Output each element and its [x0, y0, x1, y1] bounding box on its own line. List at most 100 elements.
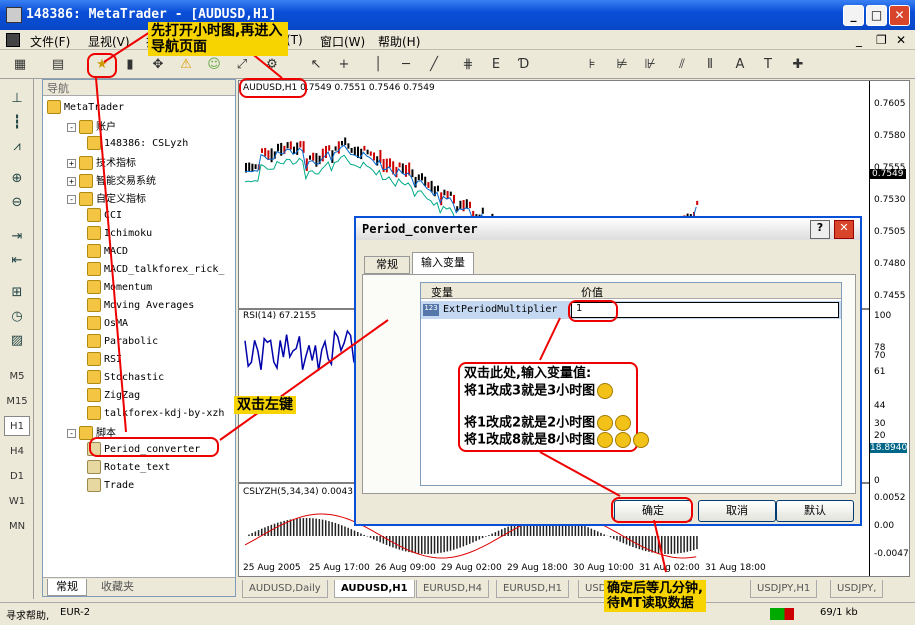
tree-item[interactable]: Moving Averages	[87, 298, 194, 312]
reset-button[interactable]: 默认	[776, 500, 854, 522]
chart-tab[interactable]: AUDUSD,H1	[334, 580, 415, 598]
timeframe-mn[interactable]: MN	[4, 516, 30, 536]
tree-item[interactable]: CCI	[87, 208, 122, 222]
chart-shift-icon[interactable]: ⇤	[6, 251, 28, 271]
gann-icon[interactable]: Ɗ	[514, 55, 534, 75]
zoom-in-icon[interactable]: ⊕	[6, 169, 28, 189]
vertical-line-icon[interactable]: │	[368, 55, 388, 75]
expander-icon[interactable]: -	[67, 428, 76, 438]
title-bar[interactable]: 148386: MetaTrader - [AUDUSD,H1] _ □ ✕	[0, 0, 915, 30]
expander-icon[interactable]: -	[67, 194, 76, 204]
arrows-icon[interactable]: ✚	[788, 55, 808, 75]
templates-icon[interactable]: ▨	[6, 331, 28, 351]
expander-icon[interactable]: -	[67, 122, 76, 132]
tree-item[interactable]: - 自定义指标	[67, 190, 146, 206]
elliott-icon[interactable]: Ε	[486, 55, 506, 75]
minimize-button[interactable]: _	[843, 5, 864, 26]
tab-favorites[interactable]: 收藏夹	[93, 579, 142, 596]
trendline-icon[interactable]: ╱	[424, 55, 444, 75]
periods-icon[interactable]: ◷	[6, 307, 28, 327]
timeframe-h4[interactable]: H4	[4, 441, 30, 461]
menu-window[interactable]: 窗口(W)	[320, 33, 365, 50]
help-button[interactable]: ?	[810, 220, 830, 239]
cancel-button[interactable]: 取消	[698, 500, 776, 522]
annotation-edit-line1: 双击此处,输入变量值:	[464, 366, 592, 381]
menu-help[interactable]: 帮助(H)	[378, 33, 420, 50]
timeframe-m5[interactable]: M5	[4, 366, 30, 386]
menu-file[interactable]: 文件(F)	[30, 33, 70, 50]
mdi-icon[interactable]	[6, 33, 20, 47]
menu-tools[interactable]: (T)	[286, 33, 303, 47]
tree-item[interactable]: Ichimoku	[87, 226, 152, 240]
expander-icon[interactable]: +	[67, 176, 76, 186]
mdi-close-button[interactable]: ✕	[896, 33, 906, 47]
tree-item-label: ZigZag	[104, 390, 141, 401]
tree-item[interactable]: + 智能交易系统	[67, 172, 156, 188]
alert-icon[interactable]: ⚠	[176, 55, 196, 75]
expert-advisors-icon[interactable]: ☺	[204, 55, 224, 75]
line-chart-icon[interactable]: ⩘	[6, 137, 28, 157]
text-icon[interactable]: A	[730, 55, 750, 75]
tree-item[interactable]: Trade	[87, 478, 134, 492]
indicator-icon	[87, 352, 101, 366]
cycle-lines-icon[interactable]: ⦀	[700, 55, 720, 75]
tree-item[interactable]: MetaTrader	[47, 100, 124, 114]
tree-item[interactable]: MACD_talkforex_rick_	[87, 262, 224, 276]
profiles-icon[interactable]: ▤	[48, 55, 68, 75]
indicators-icon[interactable]: ⊞	[6, 283, 28, 303]
tree-item[interactable]: + 技术指标	[67, 154, 136, 170]
fibo-arc-icon[interactable]: ⊭	[612, 55, 632, 75]
zoom-out-icon[interactable]: ⊖	[6, 193, 28, 213]
chart-tab[interactable]: EURUSD,H4	[416, 580, 490, 598]
timeframe-h1[interactable]: H1	[4, 416, 30, 436]
navigator-tabs: 常规 收藏夹	[43, 577, 235, 596]
channel-icon[interactable]: ⫽	[672, 55, 692, 75]
param-row[interactable]: 123 ExtPeriodMultiplier 1	[421, 301, 841, 319]
tab-inputs[interactable]: 输入变量	[412, 252, 474, 274]
fibo-time-icon[interactable]: ⊮	[640, 55, 660, 75]
chart-tab[interactable]: AUDUSD,Daily	[242, 580, 328, 598]
timeframe-m15[interactable]: M15	[4, 391, 30, 411]
mdi-minimize-button[interactable]: _	[856, 33, 862, 47]
menu-view[interactable]: 显视(V)	[88, 33, 130, 50]
expander-icon[interactable]: +	[67, 158, 76, 168]
timeframe-w1[interactable]: W1	[4, 491, 30, 511]
tree-item[interactable]: ZigZag	[87, 388, 140, 402]
dialog-close-button[interactable]: ✕	[834, 220, 854, 239]
macd-bar	[497, 530, 500, 536]
tree-item[interactable]: RSI	[87, 352, 122, 366]
fullscreen-icon[interactable]: ⤢	[232, 55, 252, 75]
label-icon[interactable]: T	[758, 55, 778, 75]
crosshair-nav-icon[interactable]: ✥	[148, 55, 168, 75]
tree-item[interactable]: MACD	[87, 244, 128, 258]
chart-tab[interactable]: USDJPY,H1	[750, 580, 818, 598]
close-button[interactable]: ✕	[889, 5, 910, 26]
chart-tab[interactable]: USDJPY,	[830, 580, 884, 598]
chart-tab[interactable]: EURUSD,H1	[496, 580, 570, 598]
tree-item[interactable]: Parabolic	[87, 334, 158, 348]
candles-icon[interactable]: ┇	[6, 113, 28, 133]
tree-item[interactable]: Stochastic	[87, 370, 164, 384]
new-chart-icon[interactable]: ▦	[10, 55, 30, 75]
market-watch-icon[interactable]: ▮	[120, 55, 140, 75]
tree-item[interactable]: talkforex-kdj-by-xzh	[87, 406, 224, 420]
tab-common[interactable]: 常规	[47, 579, 87, 596]
tree-item[interactable]: - 账户	[67, 118, 116, 134]
crosshair-icon[interactable]: +	[334, 55, 354, 75]
tester-icon[interactable]: ⚙	[262, 55, 282, 75]
tab-general[interactable]: 常规	[364, 256, 410, 274]
tree-item[interactable]: Rotate_text	[87, 460, 170, 474]
horizontal-line-icon[interactable]: ─	[396, 55, 416, 75]
bar-chart-icon[interactable]: ⊥	[6, 89, 28, 109]
macd-bar	[494, 532, 497, 536]
mdi-restore-button[interactable]: ❐	[876, 33, 887, 47]
tree-item[interactable]: 148386: CSLyzh	[87, 136, 188, 150]
cursor-icon[interactable]: ↖	[306, 55, 326, 75]
autoscroll-icon[interactable]: ⇥	[6, 227, 28, 247]
fibo-fan-icon[interactable]: ⊧	[582, 55, 602, 75]
maximize-button[interactable]: □	[866, 5, 887, 26]
timeframe-d1[interactable]: D1	[4, 466, 30, 486]
fibo-icon[interactable]: ⋕	[458, 55, 478, 75]
tree-item[interactable]: OsMA	[87, 316, 128, 330]
tree-item[interactable]: Momentum	[87, 280, 152, 294]
